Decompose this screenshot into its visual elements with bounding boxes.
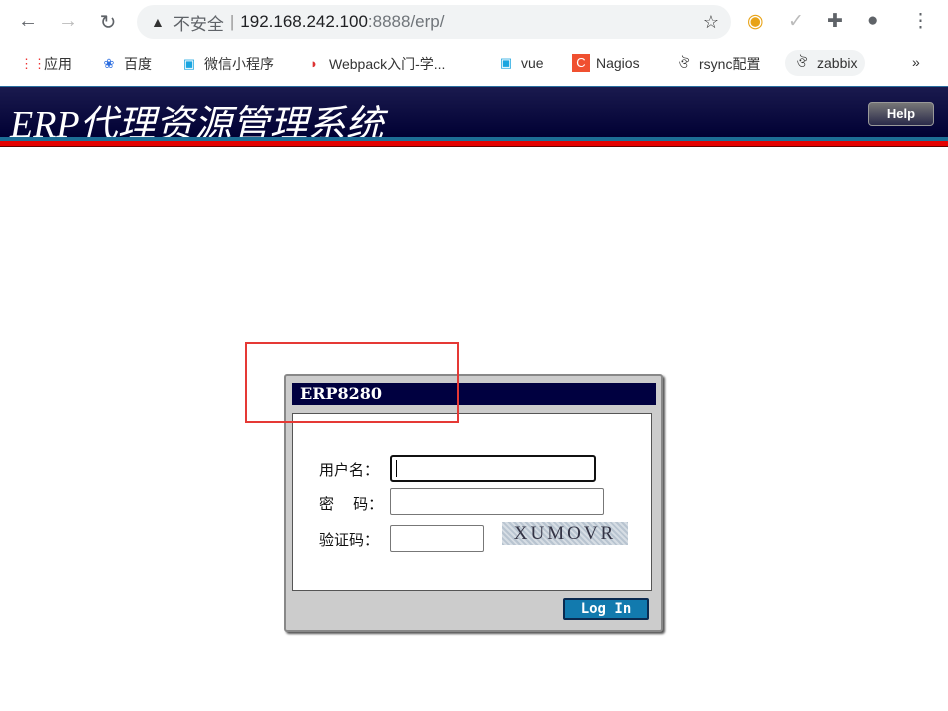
bookmark-label: 百度 [124, 56, 152, 72]
url-text: 192.168.242.100:8888/erp/ [240, 12, 444, 32]
captcha-label: 验证码： [319, 532, 380, 549]
divider: | [229, 12, 235, 31]
bookmark-rsync[interactable]: ঔ rsync配置 [675, 54, 761, 74]
zabbix-logo-icon: ঔ [796, 55, 808, 70]
bookmark-baidu[interactable]: ❀ 百度 [100, 54, 152, 74]
login-form: 用户名： 密 码： 验证码： XUMOVR [292, 413, 652, 591]
bookmark-label: 微信小程序 [204, 56, 274, 72]
bilibili-tv-icon: ▣ [182, 56, 196, 71]
bookmark-label: rsync配置 [699, 56, 761, 72]
captcha-input[interactable] [390, 525, 484, 552]
bookmark-vue[interactable]: ▣ vue [497, 54, 544, 72]
app-header: ERP代理资源管理系统 Help [0, 86, 948, 146]
bookmark-webpack[interactable]: ◗ Webpack入门-学... [305, 54, 445, 74]
zabbix-logo-icon: ঔ [678, 56, 690, 71]
password-label: 密 码： [319, 496, 384, 513]
bookmark-label: zabbix [817, 55, 858, 71]
bookmark-apps[interactable]: ⋮⋮ 应用 [20, 54, 72, 74]
check-icon[interactable]: ✓ [788, 10, 804, 33]
bookmark-nagios[interactable]: C Nagios [572, 54, 640, 72]
captcha-image[interactable]: XUMOVR [502, 522, 628, 545]
bookmark-wechat-miniprogram[interactable]: ▣ 微信小程序 [180, 54, 274, 74]
bookmark-star-icon[interactable]: ☆ [703, 12, 719, 33]
bilibili-tv-icon: ▣ [499, 55, 513, 70]
insecure-label: 不安全 [172, 14, 224, 34]
bookmark-label: Webpack入门-学... [329, 56, 446, 72]
apps-grid-icon: ⋮⋮ [20, 56, 46, 71]
bookmarks-more-button[interactable]: » [912, 54, 920, 70]
watermelon-icon: ◗ [310, 56, 318, 71]
c-logo-icon: C [572, 54, 590, 72]
login-button[interactable]: Log In [563, 598, 649, 620]
forward-icon[interactable]: → [57, 10, 79, 33]
header-stripe-red [0, 141, 948, 147]
reload-icon[interactable]: ↻ [97, 10, 119, 35]
username-label: 用户名： [319, 462, 380, 479]
profile-icon[interactable]: ● [867, 10, 878, 32]
url-host: 192.168.242.100 [240, 12, 368, 31]
chrome-extension-icon[interactable]: ◉ [747, 10, 764, 33]
bookmark-label: Nagios [596, 55, 640, 71]
help-button[interactable]: Help [868, 102, 934, 126]
extensions-puzzle-icon[interactable]: ✚ [827, 10, 843, 33]
browser-toolbar: ← → ↻ ▲ 不安全 | 192.168.242.100:8888/erp/ … [0, 0, 948, 44]
annotation-highlight-box [245, 342, 459, 423]
bookmark-zabbix[interactable]: ঔ zabbix [785, 50, 866, 76]
warning-icon: ▲ [151, 14, 165, 30]
text-cursor [396, 460, 397, 477]
password-input[interactable] [390, 488, 604, 515]
back-icon[interactable]: ← [17, 10, 39, 33]
menu-kebab-icon[interactable]: ⋮ [911, 10, 930, 33]
address-bar[interactable]: ▲ 不安全 | 192.168.242.100:8888/erp/ ☆ [137, 5, 731, 39]
username-input[interactable] [390, 455, 596, 482]
bookmark-label: vue [521, 55, 544, 71]
bookmark-label: 应用 [44, 56, 72, 72]
bookmarks-bar: ⋮⋮ 应用 ❀ 百度 ▣ 微信小程序 ◗ Webpack入门-学... ▣ vue C Na… [0, 46, 948, 82]
url-path: :8888/erp/ [367, 12, 445, 31]
baidu-paw-icon: ❀ [103, 56, 115, 71]
